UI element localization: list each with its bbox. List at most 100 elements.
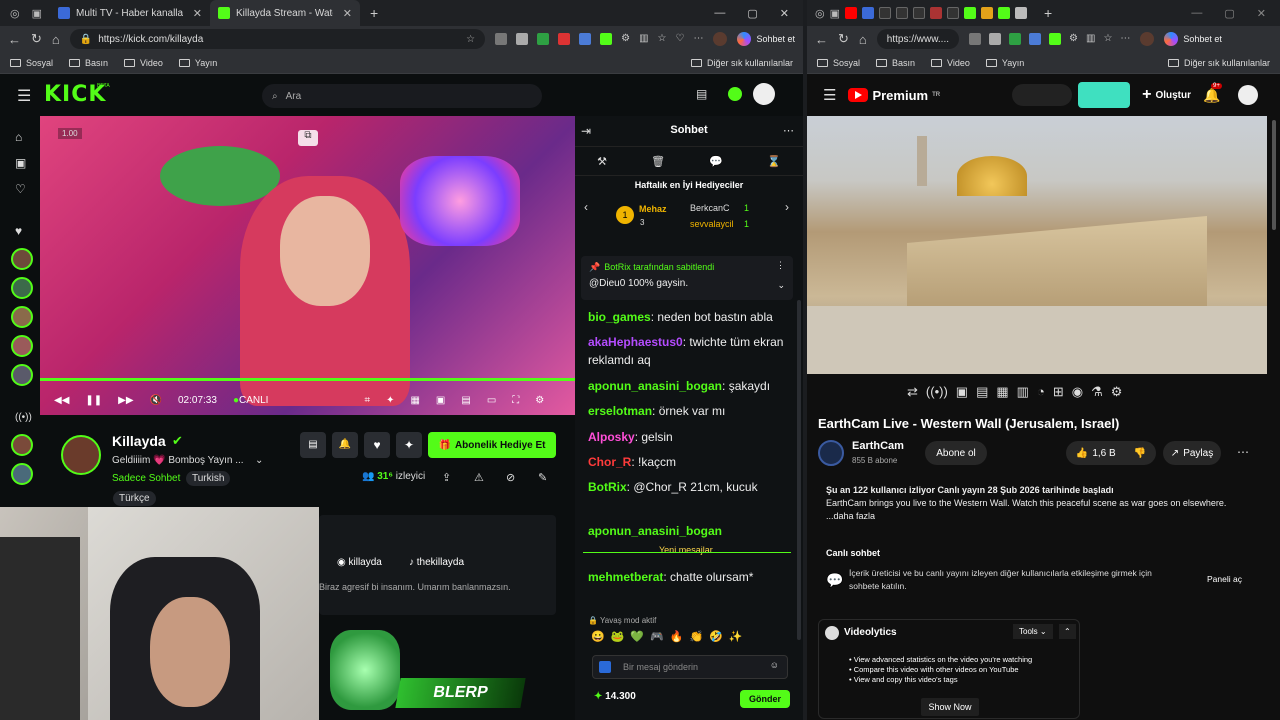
other-bookmarks[interactable]: Diğer sık kullanılanlar <box>690 58 793 68</box>
favorites-icon[interactable]: ☆ <box>658 33 667 45</box>
profile-icon[interactable]: ◎ <box>815 7 825 20</box>
rewind-icon[interactable]: ◀◀ <box>54 395 69 406</box>
refresh-icon[interactable]: ↻ <box>838 31 849 47</box>
more-icon[interactable]: ⋯ <box>693 33 703 45</box>
avatar[interactable] <box>1238 85 1259 105</box>
tab-favicon[interactable] <box>845 7 858 19</box>
notifications-icon[interactable]: 🔔 9+ <box>1203 82 1222 104</box>
tab-actions-icon[interactable]: ▣ <box>830 7 840 20</box>
kick-points[interactable]: ✦ 14.300 <box>594 691 636 702</box>
copilot-button[interactable]: Sohbet et <box>1164 32 1222 46</box>
share-icon[interactable]: ⇪ <box>442 471 451 484</box>
tab-favicon[interactable] <box>913 7 926 19</box>
hourglass-icon[interactable]: ⌛ <box>767 155 781 168</box>
extension-icon[interactable] <box>537 33 550 45</box>
favorite-star-icon[interactable]: ☆ <box>466 34 475 45</box>
youtube-video[interactable] <box>807 116 1267 374</box>
close-window-icon[interactable]: ✕ <box>780 7 789 20</box>
extensions-icon[interactable]: ⚙ <box>1069 33 1078 45</box>
extension-icon[interactable] <box>495 33 508 45</box>
maximize-icon[interactable]: ▢ <box>747 7 757 20</box>
home-icon[interactable]: ⌂ <box>15 130 22 144</box>
chevron-down-icon[interactable]: ⌄ <box>777 280 785 291</box>
report-icon[interactable]: ⚠ <box>474 471 484 484</box>
tab-favicon[interactable] <box>896 7 909 19</box>
forward-icon[interactable]: ▶▶ <box>118 395 133 406</box>
loop-icon[interactable]: ⇄ <box>907 384 918 400</box>
search-input[interactable]: ⌕ Ara <box>262 84 542 108</box>
channel-name[interactable]: Killayda <box>112 433 166 449</box>
sidebar-channel-avatar[interactable] <box>11 463 33 485</box>
mute-icon[interactable]: ⊘ <box>506 471 515 484</box>
settings-icon[interactable]: ⚙ <box>1111 384 1123 400</box>
tab-actions-icon[interactable]: ▣ <box>32 7 42 20</box>
extension-icon[interactable] <box>579 33 592 45</box>
subtitles-icon[interactable]: ▥ <box>1017 384 1029 400</box>
sidebar-channel-avatar[interactable] <box>11 248 33 270</box>
film-icon[interactable]: ▤ <box>976 384 988 400</box>
tab-favicon[interactable] <box>947 7 960 19</box>
other-bookmarks[interactable]: Diğer sık kullanılanlar <box>1167 58 1270 68</box>
chat-bubble-icon[interactable]: 💬 <box>709 155 723 168</box>
extensions-icon[interactable]: ⚙ <box>621 33 630 45</box>
minimize-icon[interactable]: — <box>1191 7 1202 20</box>
chat-toggle-icon[interactable]: ▤ <box>300 432 326 458</box>
browse-icon[interactable]: ▣ <box>15 156 26 170</box>
following-icon[interactable]: ♡ <box>15 182 26 196</box>
sidebar-channel-avatar[interactable] <box>11 335 33 357</box>
emote-icon[interactable]: ✨ <box>729 630 743 643</box>
gifter-name[interactable]: Mehaz <box>639 204 667 214</box>
tab-multi-tv[interactable]: Multi TV - Haber kanallarını aynı a ✕ <box>50 0 210 26</box>
theater-icon[interactable]: ▤ <box>461 395 470 406</box>
extension-icon[interactable] <box>558 33 571 45</box>
extension-icon[interactable] <box>1029 33 1042 45</box>
emote-icon[interactable]: 🤣 <box>709 630 723 643</box>
show-more-link[interactable]: ...daha fazla <box>826 510 1250 523</box>
avatar[interactable] <box>753 83 775 105</box>
social-discord[interactable]: ◉ killayda <box>337 557 382 568</box>
chat-scrollbar[interactable] <box>797 300 801 640</box>
extension-icon[interactable] <box>989 33 1002 45</box>
tab-favicon[interactable] <box>879 7 892 19</box>
home-icon[interactable]: ⌂ <box>52 32 60 47</box>
send-button[interactable]: Gönder <box>740 690 790 708</box>
rewards-icon[interactable]: ▤ <box>696 87 707 101</box>
chat-input[interactable]: Bir mesaj gönderin ☺ <box>592 655 788 679</box>
chevron-left-icon[interactable]: ‹ <box>584 200 588 214</box>
sidebar-channel-avatar[interactable] <box>11 434 33 456</box>
volume-icon[interactable]: 🔇 <box>150 395 162 406</box>
screenshot-icon[interactable]: ◉ <box>1072 384 1083 400</box>
like-button[interactable]: 👍 1,6 B 👎 <box>1066 441 1156 465</box>
close-tab-icon[interactable]: ✕ <box>343 7 352 20</box>
tab-favicon[interactable] <box>998 7 1011 19</box>
clip-icon[interactable]: ⧉ <box>298 130 318 146</box>
gift-subscription-button[interactable]: 🎁 Abonelik Hediye Et <box>428 432 556 458</box>
extension-icon[interactable] <box>1049 33 1062 45</box>
chat-options-icon[interactable]: ⋯ <box>783 124 794 137</box>
speed-icon[interactable]: ◔ <box>1037 384 1045 400</box>
edit-icon[interactable]: ✎ <box>538 471 547 484</box>
page-scrollbar[interactable] <box>1272 120 1276 230</box>
more-icon[interactable]: ⋯ <box>1120 33 1130 45</box>
tab-favicon[interactable] <box>1015 7 1028 19</box>
audio-icon[interactable]: ((•)) <box>926 384 948 400</box>
extension-icon[interactable] <box>969 33 982 45</box>
chevron-down-icon[interactable]: ⌄ <box>255 455 263 466</box>
tab-kick[interactable]: Killayda Stream - Watch Live on Ki ✕ <box>210 0 360 26</box>
chevron-right-icon[interactable]: › <box>785 200 789 214</box>
extension-icon[interactable] <box>600 33 613 45</box>
sidebar-channel-avatar[interactable] <box>11 364 33 386</box>
create-button[interactable]: + Oluştur <box>1142 86 1191 104</box>
heart-icon[interactable]: ♥ <box>364 432 390 458</box>
close-tab-icon[interactable]: ✕ <box>193 7 202 20</box>
emote-icon[interactable]: 👏 <box>690 630 704 643</box>
back-icon[interactable]: ← <box>8 32 21 47</box>
close-window-icon[interactable]: ✕ <box>1257 7 1266 20</box>
bookmark-folder-video[interactable]: Video <box>124 58 163 68</box>
youtube-logo[interactable]: Premium TR <box>848 88 940 103</box>
tools-dropdown[interactable]: Tools ⌄ <box>1013 624 1053 639</box>
lab-icon[interactable]: ⚗ <box>1091 384 1103 400</box>
emote-icon[interactable]: 🎮 <box>650 630 664 643</box>
pause-icon[interactable]: ❚❚ <box>85 395 102 406</box>
split-screen-icon[interactable]: ▥ <box>1086 33 1095 45</box>
